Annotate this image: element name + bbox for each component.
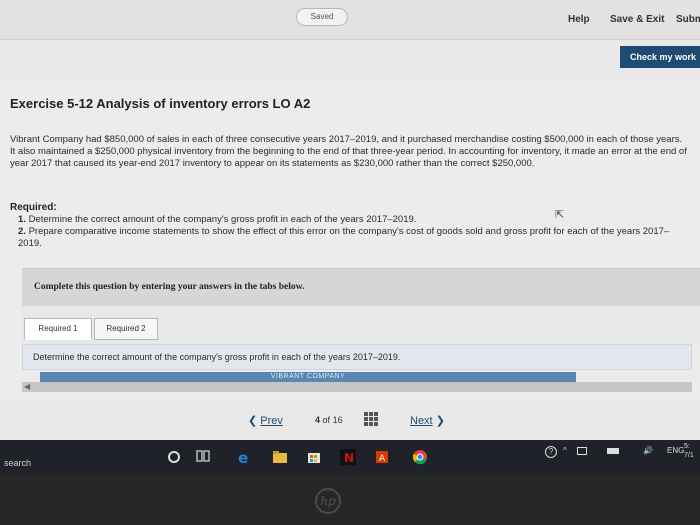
saved-status: Saved — [296, 8, 348, 26]
hp-logo-icon: hp — [315, 488, 341, 514]
required-heading: Required: — [10, 202, 57, 213]
network-icon[interactable] — [577, 447, 587, 455]
save-exit-link[interactable]: Save & Exit — [610, 14, 664, 25]
scroll-left-icon[interactable]: ◀ — [24, 382, 30, 392]
help-icon[interactable]: ? — [545, 446, 557, 458]
laptop-bezel: hp — [0, 474, 700, 525]
prev-chevron-icon: ❮ — [248, 415, 258, 427]
next-button[interactable]: Next ❯ — [410, 414, 445, 427]
chrome-icon[interactable] — [412, 449, 428, 465]
horizontal-scrollbar[interactable]: ◀ — [22, 382, 692, 392]
tab-required-1[interactable]: Required 1 — [24, 318, 92, 340]
mouse-cursor-icon: ⇱ — [555, 209, 565, 221]
required-list: 1. Determine the correct amount of the c… — [18, 214, 688, 250]
company-header: VIBRANT COMPANY — [40, 372, 576, 382]
svg-text:A: A — [379, 454, 386, 464]
netflix-icon[interactable]: N — [340, 449, 356, 465]
cortana-icon[interactable] — [168, 451, 180, 463]
next-chevron-icon: ❯ — [435, 415, 445, 427]
battery-icon[interactable] — [607, 448, 619, 454]
check-my-work-button[interactable]: Check my work — [620, 46, 700, 68]
exercise-paragraph: Vibrant Company had $850,000 of sales in… — [10, 134, 687, 169]
help-link[interactable]: Help — [568, 14, 590, 25]
chevron-up-icon[interactable]: ^ — [563, 446, 567, 455]
task-view-icon[interactable] — [196, 449, 212, 465]
complete-question-text: Complete this question by entering your … — [34, 282, 305, 292]
edge-icon[interactable]: e — [236, 449, 252, 467]
svg-text:e: e — [238, 449, 248, 465]
prev-button[interactable]: ❮ Prev — [248, 414, 283, 427]
question-content: Exercise 5-12 Analysis of inventory erro… — [0, 80, 700, 400]
taskbar-clock[interactable]: 5: 7/1 — [684, 442, 694, 460]
browser-screen: Saved Help Save & Exit Subm Check my wor… — [0, 0, 700, 440]
store-icon[interactable] — [306, 449, 322, 465]
complete-question-banner: Complete this question by entering your … — [22, 268, 700, 306]
required-item: 1. Determine the correct amount of the c… — [18, 214, 417, 225]
question-grid-icon[interactable] — [364, 412, 378, 426]
windows-taskbar: search e N A ? ^ 🔊 ENG 5: 7/1 — [0, 440, 700, 474]
page-indicator: 4 of 16 — [315, 415, 343, 425]
exercise-title: Exercise 5-12 Analysis of inventory erro… — [10, 96, 311, 111]
file-explorer-icon[interactable] — [272, 449, 288, 465]
tab-required-2[interactable]: Required 2 — [94, 318, 158, 340]
svg-text:N: N — [344, 451, 354, 465]
tabs-area: Required 1 Required 2 — [22, 306, 700, 344]
office-icon[interactable]: A — [374, 449, 390, 465]
question-navigation: ❮ Prev 4 of 16 Next ❯ — [0, 400, 700, 440]
top-bar: Saved Help Save & Exit Subm — [0, 0, 700, 40]
tab-instruction: Determine the correct amount of the comp… — [22, 344, 692, 370]
required-item: 2. Prepare comparative income statements… — [18, 226, 670, 249]
submit-link[interactable]: Subm — [676, 14, 700, 25]
language-indicator[interactable]: ENG — [667, 446, 684, 455]
volume-icon[interactable]: 🔊 — [643, 446, 653, 455]
taskbar-search[interactable]: search — [4, 458, 31, 468]
